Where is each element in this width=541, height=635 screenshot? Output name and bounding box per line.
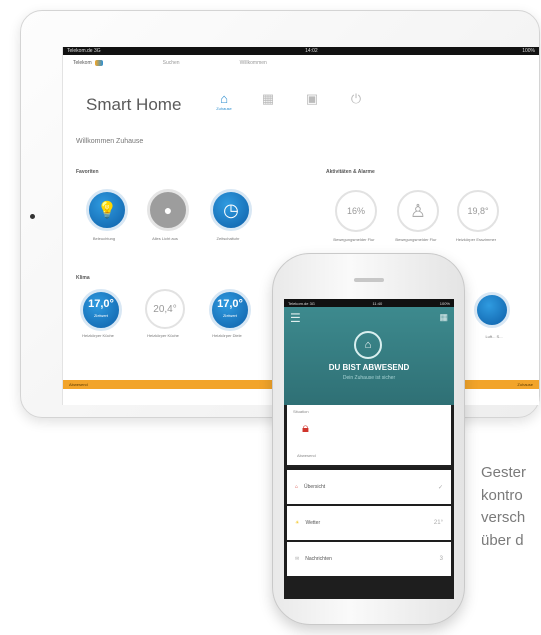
- favorite-label: Alles Licht aus: [152, 236, 178, 241]
- device-icon: ▣: [305, 91, 319, 106]
- carrier-text: Telekom.de 3G: [288, 300, 315, 306]
- situation-card[interactable]: Situation 🔒︎ Abwesend: [287, 405, 451, 467]
- description-text: Gester kontro versch über d: [481, 462, 526, 552]
- carrier-text: Telekom.de 3G: [67, 48, 101, 54]
- clock-text: 11:40: [372, 300, 383, 306]
- climate-label: Heizkörper Küche: [147, 333, 179, 338]
- activity-value: 16%: [346, 206, 365, 216]
- user-menu[interactable]: Willkommen: [240, 60, 267, 66]
- climate-label: Heizkörper Küche: [82, 333, 114, 338]
- message-icon: ✉: [295, 556, 300, 562]
- tab-home[interactable]: ⌂ Zuhause: [213, 91, 235, 113]
- tab-plugs[interactable]: ⏻: [345, 91, 367, 113]
- activity-label: Heizkörper Esszimmer: [455, 237, 497, 242]
- list-item-badge: 21°: [433, 520, 443, 526]
- description-line: versch: [481, 509, 526, 526]
- description-line: kontro: [481, 486, 523, 504]
- tablet-statusbar: Telekom.de 3G 14:02 100%: [63, 47, 539, 55]
- favorite-lights-off-button[interactable]: ●: [147, 189, 189, 231]
- person-icon: ♙: [409, 200, 427, 221]
- battery-text: 100%: [439, 300, 450, 306]
- sun-icon: ☀: [295, 520, 300, 526]
- activity-value: 19,8°: [467, 206, 489, 216]
- climate-partial-button[interactable]: [474, 292, 510, 328]
- list-item-weather[interactable]: ☀ Wetter 21°: [287, 506, 451, 540]
- favorite-label: Beleuchtung: [92, 236, 116, 241]
- brand-logo: Telekom: [73, 59, 103, 66]
- tab-devices[interactable]: ▣: [301, 91, 323, 113]
- phone-speaker: [354, 278, 384, 282]
- grid-icon[interactable]: ▦: [439, 312, 448, 323]
- tablet-topbar: Telekom Suchen Willkommen: [63, 55, 539, 70]
- list-item-overview[interactable]: ⌂ Übersicht ✓: [287, 470, 451, 504]
- house-icon: ⌂: [220, 91, 228, 106]
- tab-graph[interactable]: ▦: [257, 91, 279, 113]
- section-activities: Aktivitäten & Alarme: [326, 169, 375, 175]
- graph-icon: ▦: [261, 91, 275, 106]
- climate-value: 20,4°: [153, 303, 177, 315]
- list-item-label: Nachrichten: [305, 556, 332, 562]
- hero-title: DU BIST ABWESEND: [328, 363, 410, 372]
- list-item-label: Übersicht: [304, 484, 326, 490]
- status-hero: ☰ ▦ ⌂ DU BIST ABWESEND Dein Zuhause ist …: [284, 307, 454, 405]
- activity-label: Bewegungsmelder Flur: [333, 237, 375, 242]
- tab-home-label: Zuhause: [216, 106, 232, 111]
- tablet-home-button: [30, 214, 35, 219]
- brand-name: Telekom: [73, 59, 92, 66]
- mode-away[interactable]: Abwesend: [69, 382, 88, 387]
- main-nav: ⌂ Zuhause ▦ ▣ ⏻: [213, 91, 367, 113]
- favorite-lighting-button[interactable]: 💡: [86, 189, 128, 231]
- card-header: Situation: [293, 409, 309, 414]
- phone-device: Telekom.de 3G 11:40 100% ☰ ▦ ⌂ DU BIST A…: [272, 253, 465, 625]
- climate-sub: Zielwert: [222, 313, 237, 318]
- activity-temperature[interactable]: 19,8°: [457, 190, 499, 232]
- favorite-label: Zeitschaltuhr: [216, 236, 240, 241]
- climate-value: 17,0°: [88, 298, 114, 310]
- climate-temp: 17,0° Zielwert: [217, 299, 243, 321]
- climate-value: 17,0°: [217, 298, 243, 310]
- climate-label: Heizkörper Diele: [212, 333, 242, 338]
- phone-screen: Telekom.de 3G 11:40 100% ☰ ▦ ⌂ DU BIST A…: [284, 299, 454, 599]
- lock-label: Abwesend: [297, 453, 316, 458]
- climate-hall-button[interactable]: 17,0° Zielwert: [209, 289, 251, 331]
- list-item-label: Wetter: [305, 520, 321, 526]
- bulb-off-icon: ●: [163, 202, 173, 218]
- activity-motion-sensor[interactable]: ♙: [397, 190, 439, 232]
- brand-icon: [94, 59, 103, 66]
- list-item-badge: 3: [439, 556, 443, 562]
- house-icon: ⌂: [295, 484, 299, 490]
- plug-icon: ⏻: [350, 91, 362, 106]
- home-status-icon: ⌂: [354, 331, 382, 359]
- lock-icon: 🔒︎: [302, 420, 309, 435]
- check-icon: ✓: [437, 484, 443, 491]
- climate-current-button[interactable]: 20,4°: [145, 289, 185, 329]
- search-input[interactable]: Suchen: [163, 60, 180, 66]
- section-favorites: Favoriten: [76, 169, 99, 175]
- activity-motion-percent[interactable]: 16%: [335, 190, 377, 232]
- page-title: Smart Home: [86, 95, 182, 114]
- description-line: über d: [481, 531, 524, 549]
- climate-sub: Zielwert: [93, 313, 108, 318]
- hero-subtitle: Dein Zuhause ist sicher: [342, 375, 396, 381]
- description-line: Gester: [481, 464, 527, 481]
- clock-icon: ◷: [223, 199, 239, 220]
- activity-label: Bewegungsmelder Flur: [395, 237, 437, 242]
- phone-statusbar: Telekom.de 3G 11:40 100%: [284, 299, 454, 307]
- battery-text: 100%: [522, 48, 535, 54]
- clock-text: 14:02: [305, 48, 318, 54]
- bulb-icon: 💡: [97, 202, 117, 219]
- mode-home[interactable]: Zuhause: [517, 382, 533, 387]
- favorite-timer-button[interactable]: ◷: [210, 189, 252, 231]
- climate-temp: 17,0° Zielwert: [88, 299, 114, 321]
- climate-label: Luft... S...: [485, 334, 503, 339]
- menu-icon[interactable]: ☰: [290, 311, 301, 325]
- climate-kitchen-button[interactable]: 17,0° Zielwert: [80, 289, 122, 331]
- list-item-messages[interactable]: ✉ Nachrichten 3: [287, 542, 451, 576]
- section-climate: Klima: [76, 275, 90, 281]
- welcome-text: Willkommen Zuhause: [76, 138, 144, 145]
